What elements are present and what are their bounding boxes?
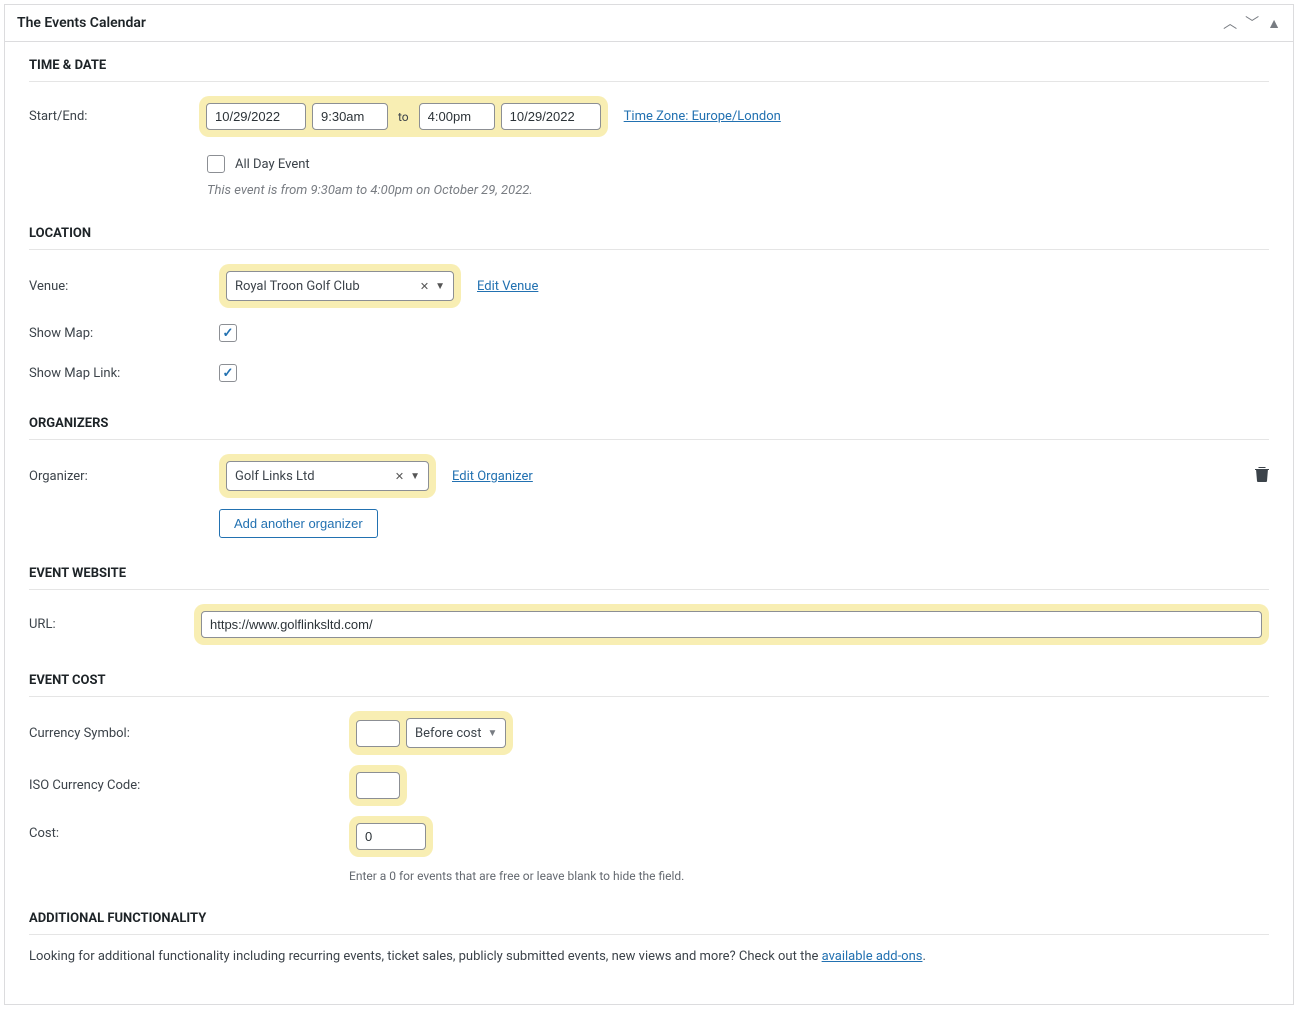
currency-position-select[interactable]: Before cost ▼ (406, 718, 506, 748)
cost-label: Cost: (29, 816, 349, 841)
edit-organizer-link[interactable]: Edit Organizer (452, 469, 533, 484)
currency-position-value: Before cost (415, 726, 482, 741)
additional-text-period: . (922, 949, 925, 964)
time-summary: This event is from 9:30am to 4:00pm on O… (207, 183, 533, 198)
edit-venue-link[interactable]: Edit Venue (477, 279, 538, 294)
venue-select[interactable]: Royal Troon Golf Club ✕ ▼ (226, 271, 454, 301)
chevron-down-icon: ▼ (435, 281, 445, 292)
iso-code-row: ISO Currency Code: (29, 765, 1269, 806)
end-date-input[interactable] (501, 103, 601, 130)
panel-title: The Events Calendar (17, 15, 146, 31)
showmap-checkbox[interactable] (219, 324, 237, 342)
start-date-input[interactable] (206, 103, 306, 130)
chevron-down-icon[interactable]: ﹀ (1245, 13, 1259, 33)
events-calendar-panel: The Events Calendar ︿ ﹀ ▲ Time & Date St… (4, 4, 1294, 1005)
chevron-down-icon: ▼ (488, 728, 498, 739)
url-highlight (194, 604, 1269, 645)
panel-body: Time & Date Start/End: to Time Zone: Eur… (5, 42, 1293, 1004)
organizer-select-value: Golf Links Ltd (235, 469, 395, 484)
currency-symbol-label: Currency Symbol: (29, 726, 349, 741)
delete-organizer-icon[interactable] (1255, 466, 1269, 486)
section-website: Event Website (29, 566, 1269, 590)
addons-link[interactable]: available add-ons (822, 949, 923, 964)
panel-header-controls: ︿ ﹀ ▲ (1223, 13, 1281, 33)
url-row: URL: (29, 604, 1269, 645)
allday-label: All Day Event (235, 157, 310, 172)
venue-select-value: Royal Troon Golf Club (235, 279, 420, 294)
datetime-highlight: to (199, 96, 608, 137)
cost-highlight (349, 816, 433, 857)
venue-highlight: Royal Troon Golf Club ✕ ▼ (219, 264, 461, 308)
cost-input[interactable] (356, 823, 426, 850)
below-startend: All Day Event This event is from 9:30am … (207, 147, 1269, 198)
url-label: URL: (29, 617, 194, 632)
organizer-label: Organizer: (29, 469, 219, 484)
collapse-toggle-icon[interactable]: ▲ (1267, 15, 1281, 32)
end-time-input[interactable] (419, 103, 495, 130)
venue-clear-icon[interactable]: ✕ (420, 280, 429, 293)
section-location: Location (29, 226, 1269, 250)
section-additional-functionality: Additional Functionality (29, 911, 1269, 935)
section-cost: Event Cost (29, 673, 1269, 697)
iso-code-highlight (349, 765, 407, 806)
currency-symbol-highlight: Before cost ▼ (349, 711, 513, 755)
venue-row: Venue: Royal Troon Golf Club ✕ ▼ Edit Ve… (29, 264, 1269, 308)
section-time-date: Time & Date (29, 58, 1269, 82)
allday-checkbox[interactable] (207, 155, 225, 173)
showmaplink-checkbox[interactable] (219, 364, 237, 382)
showmap-label: Show Map: (29, 326, 219, 341)
showmap-row: Show Map: (29, 318, 1269, 348)
cost-help-text: Enter a 0 for events that are free or le… (349, 869, 684, 883)
add-organizer-row: Add another organizer (29, 508, 1269, 538)
panel-header: The Events Calendar ︿ ﹀ ▲ (5, 5, 1293, 42)
chevron-up-icon[interactable]: ︿ (1223, 13, 1237, 33)
chevron-down-icon: ▼ (410, 471, 420, 482)
organizer-row: Organizer: Golf Links Ltd ✕ ▼ Edit Organ… (29, 454, 1269, 498)
showmaplink-label: Show Map Link: (29, 366, 219, 381)
iso-code-input[interactable] (356, 772, 400, 799)
section-organizers: Organizers (29, 416, 1269, 440)
currency-symbol-row: Currency Symbol: Before cost ▼ (29, 711, 1269, 755)
showmaplink-row: Show Map Link: (29, 358, 1269, 388)
start-time-input[interactable] (312, 103, 388, 130)
currency-symbol-input[interactable] (356, 720, 400, 747)
venue-content: Royal Troon Golf Club ✕ ▼ Edit Venue (219, 264, 538, 308)
organizer-select[interactable]: Golf Links Ltd ✕ ▼ (226, 461, 429, 491)
cost-row: Cost: Enter a 0 for events that are free… (29, 816, 1269, 883)
startend-label: Start/End: (29, 109, 199, 124)
additional-text-body: Looking for additional functionality inc… (29, 949, 822, 964)
add-organizer-button[interactable]: Add another organizer (219, 509, 378, 538)
venue-label: Venue: (29, 279, 219, 294)
additional-text: Looking for additional functionality inc… (29, 949, 1269, 964)
url-input[interactable] (201, 611, 1262, 638)
timezone-link[interactable]: Time Zone: Europe/London (624, 109, 781, 124)
startend-content: to Time Zone: Europe/London (199, 96, 781, 137)
to-label: to (394, 110, 413, 124)
organizer-clear-icon[interactable]: ✕ (395, 470, 404, 483)
iso-code-label: ISO Currency Code: (29, 778, 349, 793)
startend-row: Start/End: to Time Zone: Europe/London (29, 96, 1269, 137)
organizer-highlight: Golf Links Ltd ✕ ▼ (219, 454, 436, 498)
allday-row: All Day Event (207, 155, 310, 173)
